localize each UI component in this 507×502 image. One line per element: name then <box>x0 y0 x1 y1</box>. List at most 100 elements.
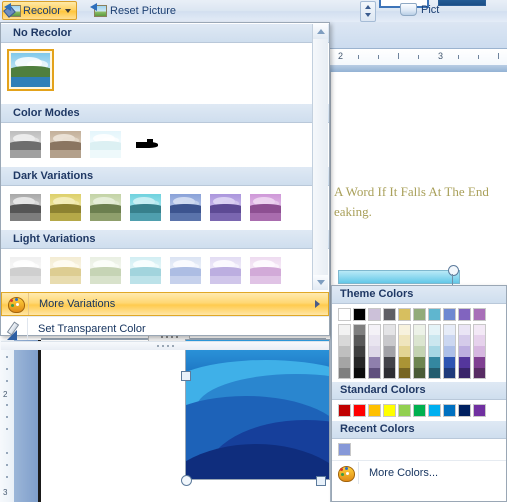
picture-style-preview-2[interactable] <box>438 0 486 6</box>
theme-swatch[interactable] <box>443 335 456 346</box>
picture-shape-button[interactable]: Pict <box>400 3 439 16</box>
theme-swatch[interactable] <box>338 357 351 368</box>
menu-resize-grip[interactable] <box>1 341 329 350</box>
theme-swatch[interactable] <box>428 324 441 335</box>
theme-swatch[interactable] <box>473 308 486 321</box>
standard-swatch-dark-blue[interactable] <box>458 404 471 417</box>
theme-swatch[interactable] <box>473 368 486 379</box>
rotation-handle[interactable] <box>448 265 459 276</box>
resize-handle-bottom-left[interactable] <box>181 475 192 486</box>
theme-swatch[interactable] <box>353 368 366 379</box>
theme-swatch[interactable] <box>413 335 426 346</box>
theme-swatch[interactable] <box>413 368 426 379</box>
page-canvas[interactable] <box>41 340 186 502</box>
theme-swatch[interactable] <box>368 335 381 346</box>
thumbnail-light-5[interactable] <box>167 254 204 287</box>
thumbnail-dark-6[interactable] <box>207 191 244 224</box>
thumbnail-grayscale[interactable] <box>7 128 44 161</box>
thumbnail-dark-7[interactable] <box>247 191 284 224</box>
theme-swatch[interactable] <box>353 324 366 335</box>
theme-swatch[interactable] <box>353 308 366 321</box>
theme-swatch[interactable] <box>458 346 471 357</box>
theme-swatch[interactable] <box>443 368 456 379</box>
theme-swatch[interactable] <box>353 346 366 357</box>
thumbnail-dark-2[interactable] <box>47 191 84 224</box>
thumbnail-black-and-white[interactable] <box>127 128 164 161</box>
theme-swatch[interactable] <box>428 335 441 346</box>
theme-swatch[interactable] <box>458 324 471 335</box>
theme-swatch[interactable] <box>383 335 396 346</box>
thumbnail-light-4[interactable] <box>127 254 164 287</box>
gallery-scrollbar[interactable] <box>312 24 328 290</box>
scroll-down-button[interactable] <box>313 275 328 290</box>
theme-swatch[interactable] <box>473 357 486 368</box>
theme-swatch[interactable] <box>413 308 426 321</box>
theme-swatch[interactable] <box>413 324 426 335</box>
color-picker-submenu[interactable]: Theme Colors Standard Colors Recent Colo… <box>331 285 507 502</box>
thumbnail-sepia[interactable] <box>47 128 84 161</box>
resize-handle-bottom-middle[interactable] <box>316 476 326 486</box>
recolor-dropdown-menu[interactable]: No Recolor Color Modes Dark Variations L… <box>0 22 330 350</box>
recolor-button[interactable]: Recolor <box>2 1 77 20</box>
theme-swatch[interactable] <box>398 335 411 346</box>
theme-swatch[interactable] <box>458 308 471 321</box>
theme-swatch[interactable] <box>458 335 471 346</box>
theme-swatch[interactable] <box>428 368 441 379</box>
theme-swatch[interactable] <box>443 324 456 335</box>
theme-swatch[interactable] <box>338 308 351 321</box>
theme-swatch[interactable] <box>458 357 471 368</box>
theme-swatch[interactable] <box>368 357 381 368</box>
thumbnail-light-7[interactable] <box>247 254 284 287</box>
theme-swatch[interactable] <box>368 346 381 357</box>
theme-swatch[interactable] <box>383 357 396 368</box>
standard-swatch-purple[interactable] <box>473 404 486 417</box>
standard-swatch-light-green[interactable] <box>398 404 411 417</box>
standard-swatch-orange[interactable] <box>368 404 381 417</box>
theme-swatch[interactable] <box>443 346 456 357</box>
thumbnail-dark-1[interactable] <box>7 191 44 224</box>
thumbnail-dark-3[interactable] <box>87 191 124 224</box>
theme-swatch[interactable] <box>443 357 456 368</box>
theme-swatch[interactable] <box>398 308 411 321</box>
thumbnail-light-6[interactable] <box>207 254 244 287</box>
theme-swatch[interactable] <box>338 335 351 346</box>
standard-swatch-green[interactable] <box>413 404 426 417</box>
thumbnail-light-2[interactable] <box>47 254 84 287</box>
theme-swatch[interactable] <box>413 346 426 357</box>
theme-swatch[interactable] <box>383 324 396 335</box>
thumbnail-light-3[interactable] <box>87 254 124 287</box>
theme-swatch[interactable] <box>428 357 441 368</box>
theme-swatch[interactable] <box>353 335 366 346</box>
theme-swatch[interactable] <box>443 308 456 321</box>
standard-swatch-red[interactable] <box>353 404 366 417</box>
picture-styles-more-button[interactable] <box>360 1 376 22</box>
theme-swatch[interactable] <box>473 335 486 346</box>
theme-swatch[interactable] <box>428 346 441 357</box>
theme-swatch[interactable] <box>398 368 411 379</box>
theme-swatch[interactable] <box>473 346 486 357</box>
thumbnail-light-1[interactable] <box>7 254 44 287</box>
thumbnail-dark-4[interactable] <box>127 191 164 224</box>
horizontal-ruler[interactable]: 2 3 <box>330 49 507 66</box>
theme-swatch[interactable] <box>383 346 396 357</box>
thumbnail-no-recolor[interactable] <box>7 49 54 91</box>
standard-swatch-dark-red[interactable] <box>338 404 351 417</box>
theme-swatch[interactable] <box>353 357 366 368</box>
theme-swatch[interactable] <box>413 357 426 368</box>
theme-swatch[interactable] <box>383 368 396 379</box>
theme-swatch[interactable] <box>428 308 441 321</box>
standard-swatch-yellow[interactable] <box>383 404 396 417</box>
theme-swatch[interactable] <box>398 346 411 357</box>
theme-swatch[interactable] <box>338 324 351 335</box>
reset-picture-button[interactable]: Reset Picture <box>90 2 176 19</box>
menu-item-more-variations[interactable]: More Variations <box>1 292 329 316</box>
theme-swatch[interactable] <box>383 308 396 321</box>
menu-item-more-colors[interactable]: More Colors... <box>332 460 506 485</box>
scroll-up-button[interactable] <box>313 24 328 39</box>
theme-swatch[interactable] <box>368 368 381 379</box>
theme-swatch[interactable] <box>458 368 471 379</box>
theme-swatch[interactable] <box>398 324 411 335</box>
theme-swatch[interactable] <box>368 308 381 321</box>
theme-swatch[interactable] <box>398 357 411 368</box>
menu-item-set-transparent-color[interactable]: Set Transparent Color <box>1 316 329 341</box>
